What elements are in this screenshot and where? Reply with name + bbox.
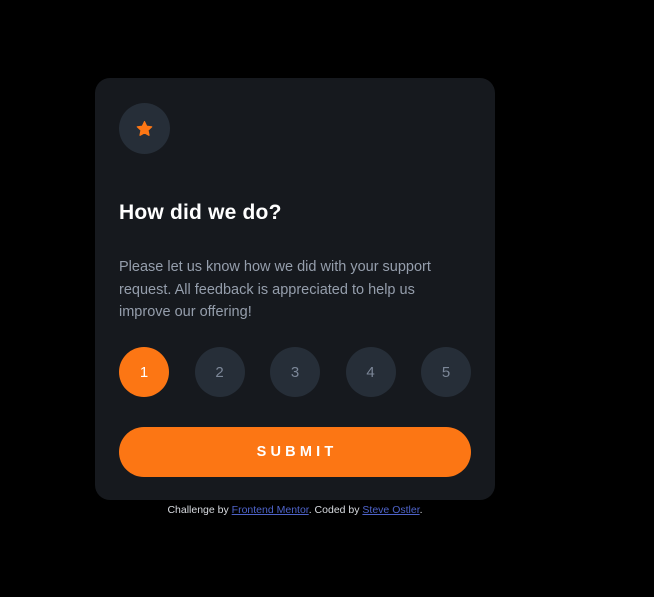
rating-options: 1 2 3 4 5: [119, 347, 471, 397]
rating-button-3[interactable]: 3: [270, 347, 320, 397]
rating-card: How did we do? Please let us know how we…: [95, 78, 495, 500]
submit-button[interactable]: SUBMIT: [119, 427, 471, 477]
card-description: Please let us know how we did with your …: [119, 259, 431, 320]
rating-button-5[interactable]: 5: [421, 347, 471, 397]
card-title: How did we do?: [119, 201, 282, 224]
author-link[interactable]: Steve Ostler: [362, 504, 419, 516]
attribution-prefix: Challenge by: [167, 504, 232, 516]
rating-button-2[interactable]: 2: [194, 347, 245, 397]
star-icon: [119, 103, 170, 154]
frontend-mentor-link[interactable]: Frontend Mentor: [232, 504, 309, 516]
attribution-middle: . Coded by: [308, 504, 363, 516]
rating-button-1[interactable]: 1: [119, 347, 169, 397]
rating-button-4[interactable]: 4: [345, 347, 396, 397]
attribution: Challenge by Frontend Mentor. Coded by S…: [0, 503, 590, 517]
attribution-suffix: .: [419, 504, 423, 516]
